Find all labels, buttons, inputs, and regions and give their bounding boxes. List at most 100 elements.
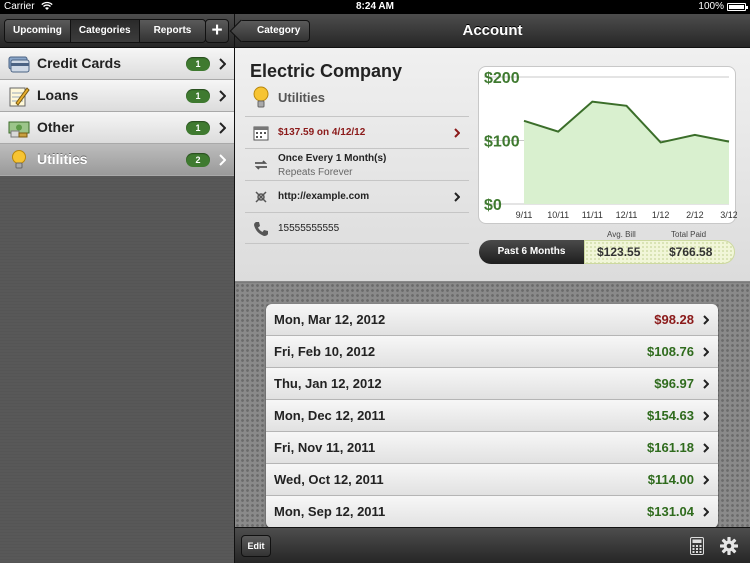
repeats-text: Repeats Forever [278, 167, 353, 178]
category-row-credit-cards[interactable]: Credit Cards 1 [0, 48, 234, 80]
clock: 8:24 AM [356, 1, 394, 12]
payment-amount: $161.18 [647, 440, 694, 455]
chevron-right-icon [703, 507, 709, 517]
y-tick-label: $100 [484, 134, 520, 151]
bottom-toolbar: Edit [235, 527, 750, 563]
money-icon [8, 121, 30, 138]
account-name: Electric Company [250, 61, 403, 81]
chevron-right-icon [703, 315, 709, 325]
payment-date: Mon, Mar 12, 2012 [274, 312, 386, 327]
tab-categories[interactable]: Categories [70, 20, 140, 42]
page-title: Account [462, 22, 523, 39]
payment-history-area: Mon, Mar 12, 2012 $98.28 Fri, Feb 10, 2012… [235, 283, 750, 527]
payment-history-list: Mon, Mar 12, 2012 $98.28 Fri, Feb 10, 2012… [266, 304, 718, 527]
payment-date: Fri, Nov 11, 2011 [274, 440, 376, 455]
bill-history-chart: $200 $100 $0 9/11 10/11 11/11 12/11 1/12 2/12 3/1… [478, 66, 737, 224]
payment-row[interactable]: Fri, Nov 11, 2011 $161.18 [266, 432, 718, 464]
y-tick-label: $200 [484, 70, 520, 87]
add-button[interactable]: + [205, 19, 229, 43]
payment-row[interactable]: Wed, Oct 12, 2011 $114.00 [266, 464, 718, 496]
payment-amount: $114.00 [647, 472, 694, 487]
period-selector-button[interactable]: Past 6 Months [479, 240, 584, 264]
category-label: Utilities [37, 151, 88, 167]
payment-date: Mon, Sep 12, 2011 [274, 504, 386, 519]
count-badge: 2 [186, 153, 210, 167]
phone-icon [254, 222, 268, 236]
payment-row[interactable]: Thu, Jan 12, 2012 $96.97 [266, 368, 718, 400]
edit-button[interactable]: Edit [241, 535, 271, 557]
calendar-icon [253, 126, 269, 141]
detail-panel: Category Account Electric Company Utilit… [235, 14, 750, 563]
category-row-utilities[interactable]: Utilities 2 [0, 144, 234, 176]
payment-amount: $108.76 [647, 344, 694, 359]
chevron-right-icon [219, 122, 226, 134]
payment-row[interactable]: Fri, Feb 10, 2012 $108.76 [266, 336, 718, 368]
payment-row[interactable]: Mon, Mar 12, 2012 $98.28 [266, 304, 718, 336]
chevron-right-icon [219, 58, 226, 70]
y-tick-label: $0 [484, 197, 502, 214]
payment-date: Thu, Jan 12, 2012 [274, 376, 382, 391]
calculator-icon[interactable] [690, 537, 704, 555]
battery-percent: 100% [698, 1, 724, 12]
tab-upcoming[interactable]: Upcoming [5, 20, 71, 42]
lightbulb-icon [253, 86, 269, 108]
phone-text: 15555555555 [278, 223, 340, 234]
x-tick-label: 11/11 [582, 210, 603, 220]
x-tick-label: 1/12 [652, 210, 670, 220]
chevron-right-icon [454, 192, 460, 202]
payment-amount: $131.04 [647, 504, 694, 519]
chevron-right-icon [703, 411, 709, 421]
link-icon [255, 191, 267, 203]
x-tick-label: 3/12 [720, 210, 737, 220]
payment-date: Wed, Oct 12, 2011 [274, 472, 384, 487]
tab-reports[interactable]: Reports [139, 20, 206, 42]
area-fill [524, 101, 729, 204]
payment-amount: $154.63 [647, 408, 694, 423]
notepad-pencil-icon [9, 87, 30, 107]
battery-icon [727, 3, 748, 11]
chevron-right-icon [703, 379, 709, 389]
period-values: $123.55 $766.58 [584, 240, 735, 264]
count-badge: 1 [186, 121, 210, 135]
website-text: http://example.com [278, 191, 370, 202]
count-badge: 1 [186, 57, 210, 71]
x-tick-label: 12/11 [616, 210, 638, 220]
count-badge: 1 [186, 89, 210, 103]
website-row[interactable]: http://example.com [245, 180, 469, 212]
gear-icon[interactable] [720, 537, 738, 555]
status-bar: Carrier 8:24 AM 100% [0, 0, 750, 14]
repeat-icon [254, 160, 268, 170]
total-paid-value: $766.58 [669, 245, 713, 259]
category-label: Other [37, 119, 75, 135]
left-panel: Upcoming Categories Reports + Credit Car… [0, 14, 234, 563]
category-row-loans[interactable]: Loans 1 [0, 80, 234, 112]
total-paid-label: Total Paid [671, 230, 707, 239]
payment-date: Mon, Dec 12, 2011 [274, 408, 386, 423]
chart-svg: $200 $100 $0 9/11 10/11 11/11 12/11 1/12 2/12 3/1… [484, 70, 737, 220]
x-tick-label: 10/11 [547, 210, 569, 220]
next-bill-text: $137.59 on 4/12/12 [278, 127, 366, 138]
chevron-right-icon [454, 128, 460, 138]
category-label: Loans [37, 87, 79, 103]
chevron-right-icon [703, 443, 709, 453]
avg-bill-label: Avg. Bill [607, 230, 636, 239]
credit-card-icon [8, 56, 30, 73]
next-bill-row[interactable]: $137.59 on 4/12/12 [245, 116, 469, 148]
category-label: Credit Cards [37, 55, 122, 71]
nav-bar: Category Account [235, 14, 750, 48]
payment-row[interactable]: Mon, Dec 12, 2011 $154.63 [266, 400, 718, 432]
chevron-right-icon [703, 347, 709, 357]
period-summary: Past 6 Months $123.55 $766.58 [479, 240, 735, 264]
x-tick-label: 2/12 [686, 210, 704, 220]
x-tick-label: 9/11 [516, 210, 533, 220]
recurrence-row: Once Every 1 Month(s) Repeats Forever [245, 148, 469, 180]
recurrence-text: Once Every 1 Month(s) [278, 153, 387, 164]
category-list: Credit Cards 1 Loans 1 Other 1 Utilities… [0, 48, 234, 176]
phone-row[interactable]: 15555555555 [245, 212, 469, 244]
category-row-other[interactable]: Other 1 [0, 112, 234, 144]
view-segmented-control: Upcoming Categories Reports [4, 19, 207, 43]
payment-amount: $96.97 [654, 376, 694, 391]
lightbulb-icon [12, 150, 26, 169]
payment-row[interactable]: Mon, Sep 12, 2011 $131.04 [266, 496, 718, 527]
account-category: Utilities [278, 90, 325, 105]
